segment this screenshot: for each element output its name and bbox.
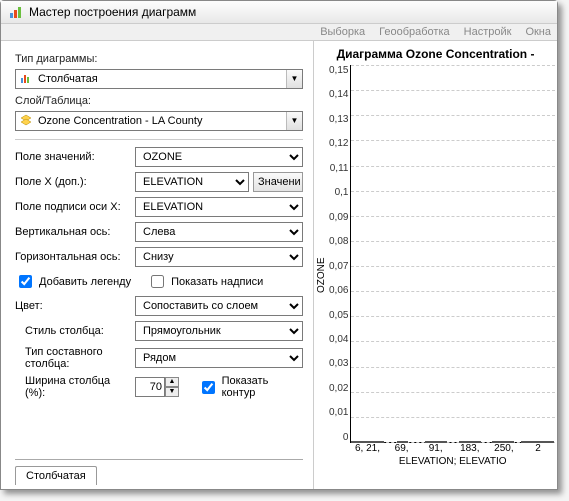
y-tick: 0,12 — [329, 138, 348, 149]
bar-width-input[interactable] — [135, 377, 165, 397]
y-tick: 0,15 — [329, 65, 348, 76]
h-axis-select[interactable]: Снизу — [135, 247, 303, 267]
color-select[interactable]: Сопоставить со слоем — [135, 296, 303, 316]
bar-style-label: Стиль столбца: — [25, 325, 131, 337]
show-labels-checkbox[interactable] — [151, 275, 164, 288]
menu-item[interactable]: Настройк — [464, 26, 512, 38]
bar-style-select[interactable]: Прямоугольник — [135, 321, 303, 341]
y-tick: 0,04 — [329, 334, 348, 345]
x-tick: 183, — [453, 443, 487, 454]
y-tick: 0,01 — [329, 407, 348, 418]
x-field-label: Поле X (доп.): — [15, 176, 131, 188]
y-axis-ticks: 0,15 0,14 0,13 0,12 0,11 0,1 0,09 0,08 0,07 0,06 0… — [329, 65, 350, 443]
x-field-select[interactable]: ELEVATION — [135, 172, 249, 192]
x-label-field-label: Поле подписи оси X: — [15, 201, 131, 213]
chevron-down-icon: ▼ — [286, 70, 302, 88]
y-tick: 0,05 — [329, 310, 348, 321]
series-tabs: Столбчатая — [15, 459, 303, 485]
chart-preview: Диаграмма Ozone Concentration - OZONE 0,… — [313, 41, 557, 489]
spinner-down-button[interactable]: ▼ — [165, 387, 179, 397]
y-tick: 0,13 — [329, 114, 348, 125]
y-tick: 0,1 — [335, 187, 349, 198]
add-legend-label: Добавить легенду — [39, 276, 131, 288]
y-tick: 0,08 — [329, 236, 348, 247]
settings-panel: Тип диаграммы: Столбчатая ▼ Слой/Таблица… — [1, 41, 313, 489]
add-legend-checkbox[interactable] — [19, 275, 32, 288]
x-axis-title: ELEVATION; ELEVATIO — [350, 456, 555, 467]
app-icon — [9, 5, 23, 19]
y-axis-title: OZONE — [316, 86, 327, 464]
y-tick: 0,03 — [329, 358, 348, 369]
x-tick: 6, 21, — [350, 443, 384, 454]
spinner-up-button[interactable]: ▲ — [165, 377, 179, 387]
y-tick: 0,07 — [329, 261, 348, 272]
menu-item[interactable]: Геообработка — [379, 26, 450, 38]
titlebar: Мастер построения диаграмм — [1, 1, 557, 24]
layer-label: Слой/Таблица: — [15, 95, 303, 107]
chart-title: Диаграмма Ozone Concentration - — [316, 47, 555, 61]
multi-bar-label: Тип составного столбца: — [25, 346, 131, 370]
layer-icon — [20, 114, 32, 129]
x-field-value-button[interactable]: Значени — [253, 172, 303, 192]
chart-type-select[interactable]: Столбчатая ▼ — [15, 69, 303, 89]
x-tick: 91, — [419, 443, 453, 454]
value-field-select[interactable]: OZONE — [135, 147, 303, 167]
bar-width-label: Ширина столбца (%): — [25, 375, 131, 399]
y-tick: 0,11 — [330, 163, 349, 174]
tab-series-1[interactable]: Столбчатая — [15, 466, 97, 485]
chart-type-label: Тип диаграммы: — [15, 53, 303, 65]
menubar: Выборка Геообработка Настройк Окна — [1, 24, 557, 41]
h-axis-label: Горизонтальная ось: — [15, 251, 131, 263]
x-tick: 2 — [521, 443, 555, 454]
y-tick: 0,09 — [329, 212, 348, 223]
y-tick: 0,02 — [329, 383, 348, 394]
color-label: Цвет: — [15, 300, 131, 312]
window-title: Мастер построения диаграмм — [29, 5, 196, 19]
chevron-down-icon: ▼ — [286, 112, 302, 130]
x-axis-ticks: 6, 21,69,91,183,250,2 — [350, 443, 555, 454]
y-tick: 0,14 — [329, 89, 348, 100]
v-axis-select[interactable]: Слева — [135, 222, 303, 242]
x-tick: 69, — [385, 443, 419, 454]
show-labels-label: Показать надписи — [171, 276, 263, 288]
show-outline-checkbox[interactable] — [202, 381, 215, 394]
bar-chart-icon — [20, 72, 32, 87]
menu-item[interactable]: Окна — [525, 26, 551, 38]
layer-select[interactable]: Ozone Concentration - LA County ▼ — [15, 111, 303, 131]
x-tick: 250, — [487, 443, 521, 454]
show-outline-label: Показать контур — [222, 375, 303, 399]
value-field-label: Поле значений: — [15, 151, 131, 163]
y-tick: 0 — [343, 432, 349, 443]
v-axis-label: Вертикальная ось: — [15, 226, 131, 238]
x-label-field-select[interactable]: ELEVATION — [135, 197, 303, 217]
bar-width-spinner[interactable]: ▲ ▼ — [135, 377, 182, 397]
menu-item[interactable]: Выборка — [320, 26, 365, 38]
plot-area: 6, 21,69,91,183,250,2 ELEVATION; ELEVATI… — [350, 65, 555, 485]
multi-bar-select[interactable]: Рядом — [135, 348, 303, 368]
y-tick: 0,06 — [329, 285, 348, 296]
